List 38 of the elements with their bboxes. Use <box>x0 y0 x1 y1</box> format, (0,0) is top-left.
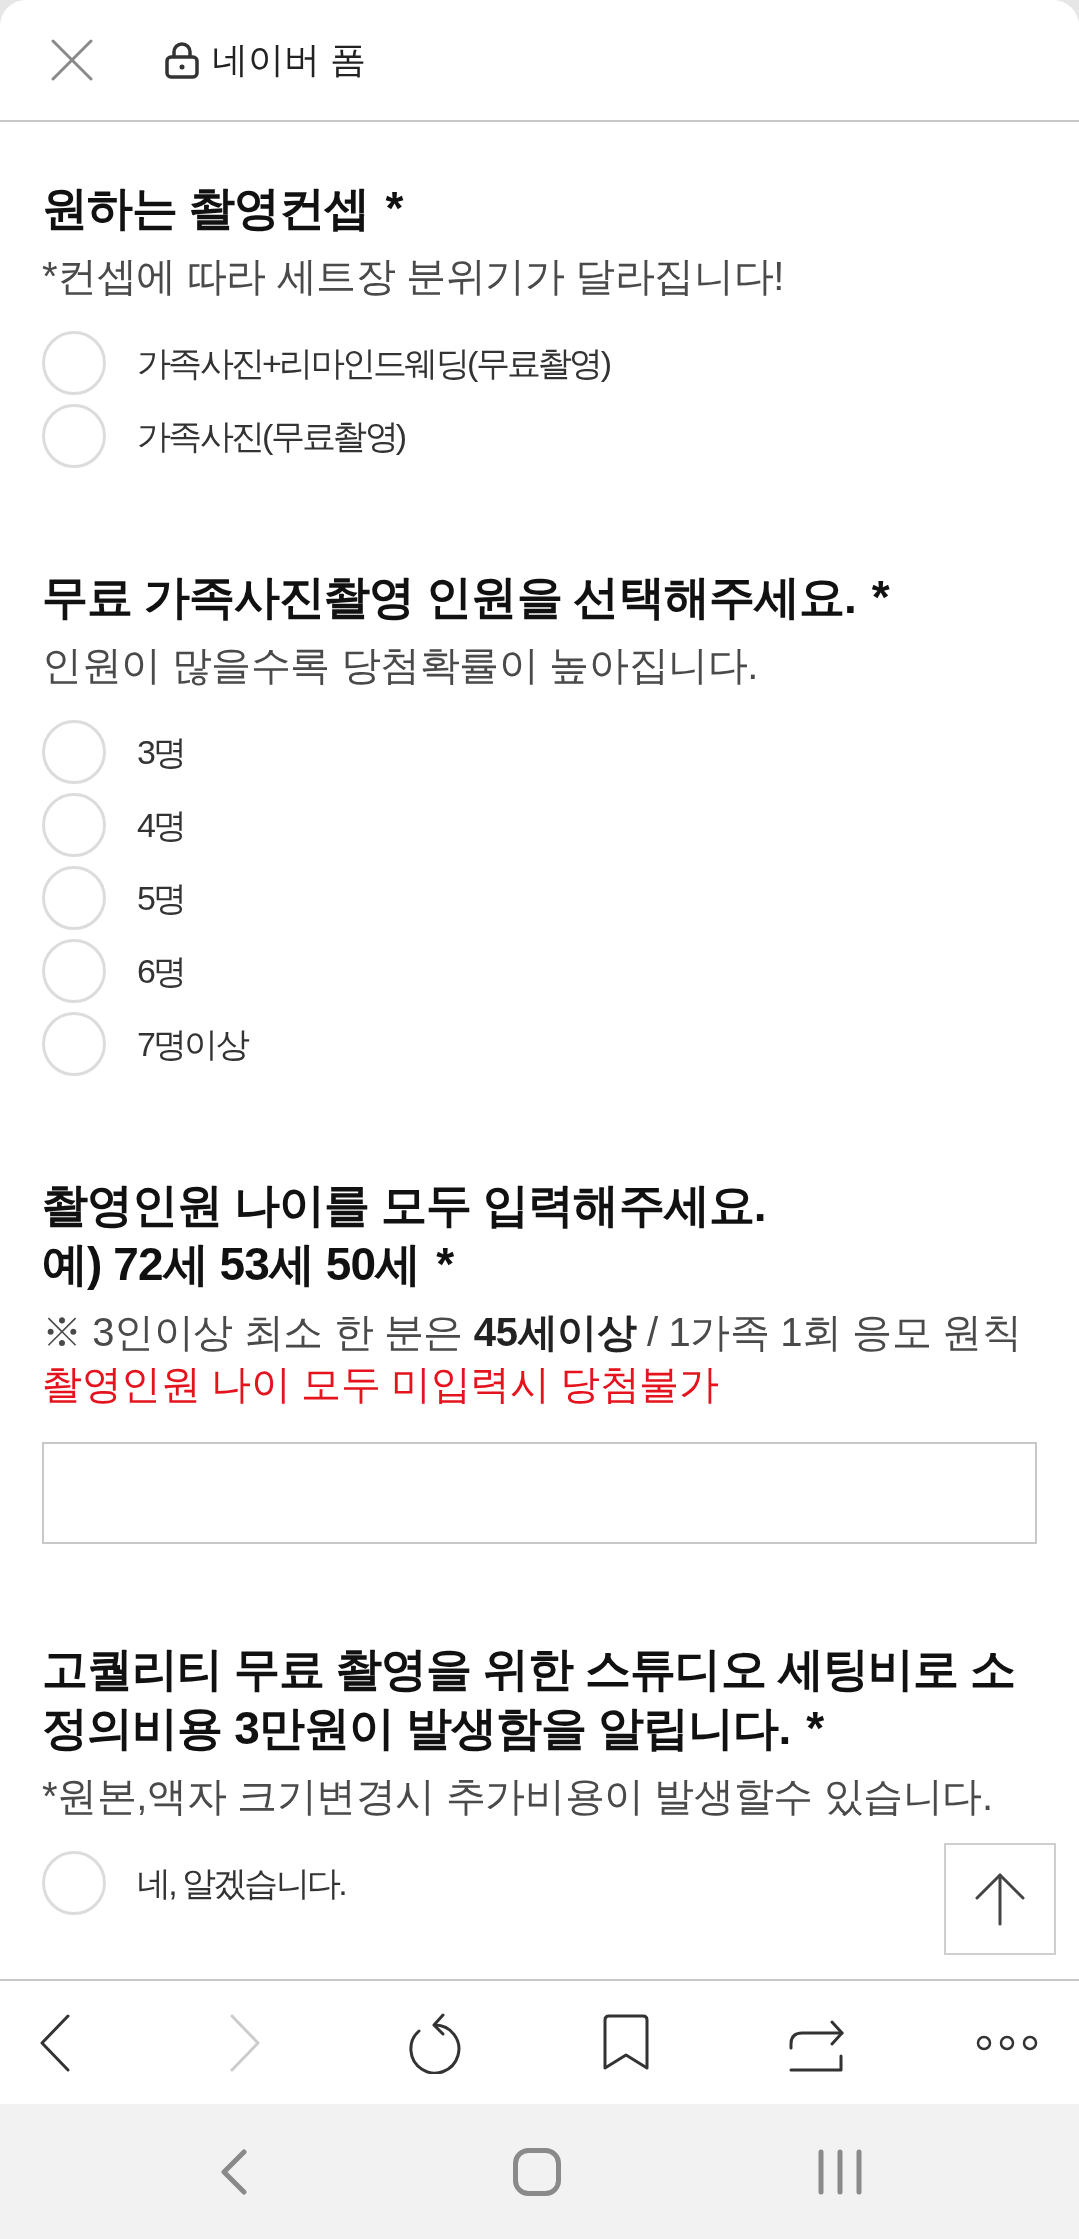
scroll-top-button[interactable] <box>944 1843 1056 1955</box>
question-title: 촬영인원 나이를 모두 입력해주세요. 예) 72세 53세 50세 * <box>42 1178 767 1292</box>
question-title: 고퀄리티 무료 촬영을 위한 스튜디오 세팅비로 소 정의비용 3만원이 발생함을 알립니다. * <box>42 1642 1016 1756</box>
radio-button[interactable] <box>42 1011 106 1076</box>
option-label: 7명이상 <box>137 1023 248 1065</box>
radio-button[interactable] <box>42 403 106 468</box>
rounded-square-icon <box>513 2147 561 2196</box>
input-field[interactable] <box>42 1442 1037 1544</box>
bookmark-icon <box>602 2013 651 2072</box>
option-label: 5명 <box>137 877 185 919</box>
question-description: *원본,액자 크기변경시 추가비용이 발생할수 있습니다. <box>42 1773 994 1820</box>
page-title: 네이버 폼 <box>212 38 366 82</box>
question-title: 무료 가족사진촬영 인원을 선택해주세요. * <box>42 570 891 625</box>
more-icon <box>975 2034 1038 2051</box>
close-icon <box>51 39 93 81</box>
option-label: 4명 <box>137 804 185 846</box>
radio-button[interactable] <box>42 792 106 857</box>
lock-icon <box>165 41 199 79</box>
option-label: 가족사진(무료촬영) <box>137 415 405 457</box>
radio-button[interactable] <box>42 938 106 1003</box>
radio-button[interactable] <box>42 1850 106 1915</box>
question-description: ※ 3인이상 최소 한 분은 45세이상 / 1가족 1회 응모 원칙 <box>42 1309 1023 1356</box>
chevron-left-icon <box>220 2148 248 2195</box>
three-bars-icon <box>818 2148 862 2195</box>
radio-button[interactable] <box>42 865 106 930</box>
question-title: 원하는 촬영컨셉 * <box>42 181 404 236</box>
option-label: 가족사진+리마인드웨딩(무료촬영) <box>137 342 610 384</box>
chevron-right-icon <box>230 2013 261 2072</box>
warning-text: 촬영인원 나이 모두 미입력시 당첨불가 <box>42 1361 720 1408</box>
chevron-left-icon <box>40 2013 70 2072</box>
option-label: 3명 <box>137 731 185 773</box>
question-description: 인원이 많을수록 당첨확률이 높아집니다. <box>42 642 760 689</box>
radio-button[interactable] <box>42 719 106 784</box>
option-label: 네, 알겠습니다. <box>137 1862 345 1904</box>
reload-icon <box>408 2011 463 2074</box>
option-label: 6명 <box>137 950 185 992</box>
question-description: *컨셉에 따라 세트장 분위기가 달라집니다! <box>42 253 785 300</box>
radio-button[interactable] <box>42 330 106 395</box>
